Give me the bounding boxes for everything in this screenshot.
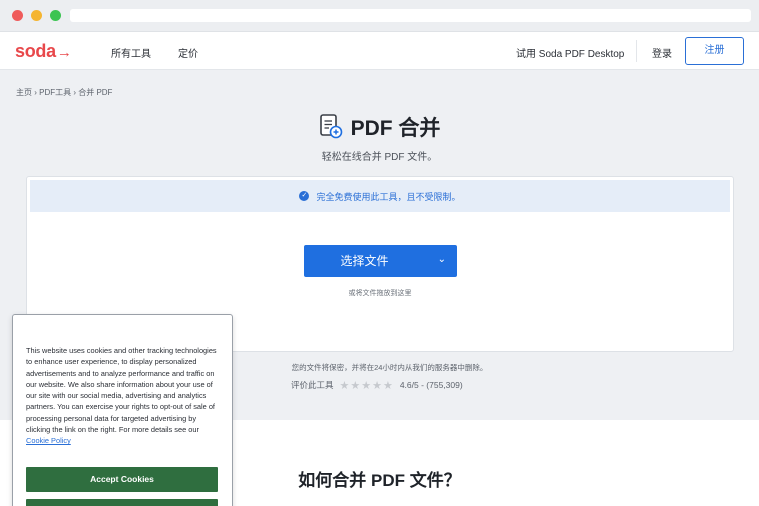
cookie-settings-button[interactable] bbox=[26, 499, 218, 506]
accept-cookies-button[interactable]: Accept Cookies bbox=[26, 467, 218, 492]
cookie-policy-link[interactable]: Cookie Policy bbox=[26, 436, 71, 445]
soda-logo[interactable]: soda→ bbox=[15, 41, 72, 62]
page-subtitle: 轻松在线合并 PDF 文件。 bbox=[321, 152, 438, 163]
rating-value: 4.6/5 - (755,309) bbox=[399, 380, 463, 390]
rating: 评价此工具 ★★★★★ 4.6/5 - (755,309) bbox=[291, 378, 463, 392]
breadcrumb[interactable]: 主页 › PDF工具 › 合并 PDF bbox=[16, 87, 112, 98]
cookie-body: This website uses cookies and other trac… bbox=[26, 346, 217, 435]
drop-hint: 或将文件拖放到这里 bbox=[348, 290, 412, 297]
maximize-window-dot[interactable] bbox=[50, 10, 61, 21]
browser-chrome bbox=[0, 0, 759, 32]
free-banner: ✓ 完全免费使用此工具，且不受限制。 bbox=[30, 180, 730, 212]
choose-file-label: 选择文件 bbox=[340, 254, 389, 268]
nav-try-desktop[interactable]: 试用 Soda PDF Desktop bbox=[516, 45, 624, 60]
checkmark-icon: ✓ bbox=[299, 191, 310, 201]
cookie-text: This website uses cookies and other trac… bbox=[26, 345, 222, 447]
logo-text: soda bbox=[15, 41, 56, 61]
merge-pdf-icon bbox=[319, 114, 343, 140]
choose-file-button[interactable]: 选择文件 ⌄ bbox=[304, 245, 457, 277]
rating-label: 评价此工具 bbox=[291, 380, 334, 390]
page-title: PDF 合并 bbox=[350, 117, 441, 140]
signup-button[interactable]: 注册 bbox=[685, 37, 744, 65]
minimize-window-dot[interactable] bbox=[31, 10, 42, 21]
nav-pricing[interactable]: 定价 bbox=[178, 45, 198, 60]
login-link[interactable]: 登录 bbox=[652, 45, 672, 60]
top-nav: soda→ 所有工具 定价 试用 Soda PDF Desktop 登录 注册 bbox=[0, 32, 759, 70]
logo-arrow-icon: → bbox=[56, 44, 72, 61]
free-banner-text: 完全免费使用此工具，且不受限制。 bbox=[316, 191, 461, 202]
nav-divider bbox=[636, 40, 637, 62]
nav-all-tools[interactable]: 所有工具 bbox=[111, 45, 151, 60]
rating-stars-icon[interactable]: ★★★★★ bbox=[340, 379, 394, 392]
chevron-down-icon[interactable]: ⌄ bbox=[438, 254, 446, 265]
address-bar[interactable] bbox=[70, 9, 751, 22]
title-row: PDF 合并 bbox=[0, 112, 759, 140]
close-window-dot[interactable] bbox=[12, 10, 23, 21]
cookie-banner: This website uses cookies and other trac… bbox=[12, 314, 233, 506]
